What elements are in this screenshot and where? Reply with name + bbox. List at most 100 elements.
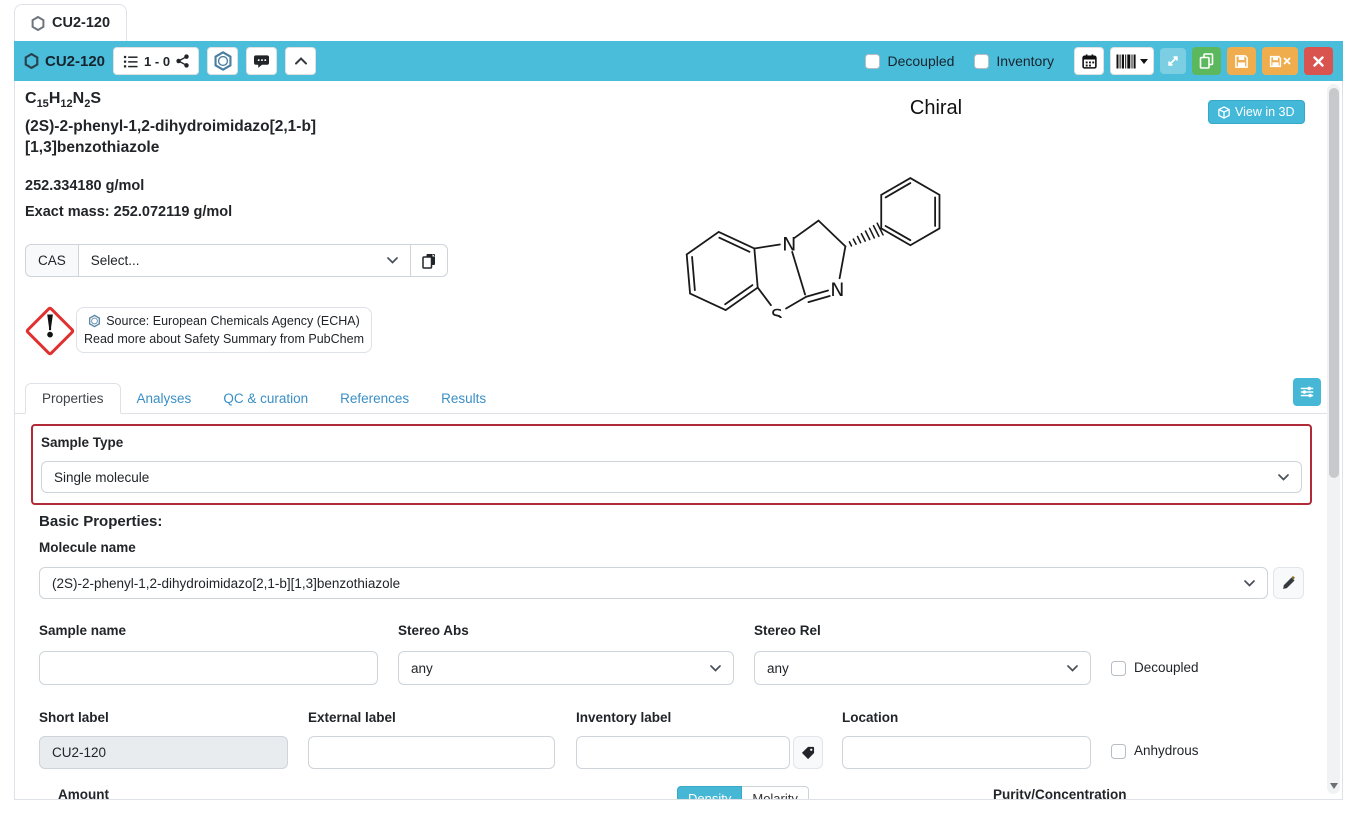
- molecular-formula: C15H12N2S: [25, 90, 101, 110]
- amount-label: Amount: [58, 787, 109, 800]
- cas-addon-label: CAS: [25, 244, 79, 277]
- fullscreen-button[interactable]: [1160, 48, 1186, 74]
- sample-type-section: Sample Type Single molecule: [31, 424, 1312, 505]
- stereo-rel-select[interactable]: any: [754, 651, 1091, 685]
- copy-sample-button[interactable]: [1192, 47, 1221, 75]
- molarity-toggle-button[interactable]: Molarity: [742, 786, 809, 800]
- ghs-warning-pictogram[interactable]: !: [25, 306, 75, 356]
- clipboard-copy-icon: [422, 253, 436, 269]
- tab-layout-settings-button[interactable]: [1293, 378, 1321, 406]
- detail-tabs: Properties Analyses QC & curation Refere…: [15, 381, 1328, 414]
- decoupled-header-group: Decoupled: [865, 53, 954, 69]
- exclamation-mark-icon: !: [25, 309, 75, 345]
- molecule-name-select[interactable]: (2S)-2-phenyl-1,2-dihydroimidazo[2,1-b][…: [39, 567, 1268, 599]
- pencil-icon: [1282, 576, 1296, 590]
- barcode-button[interactable]: [1110, 47, 1154, 75]
- safety-source-text: Source: European Chemicals Agency (ECHA): [106, 312, 360, 330]
- close-button[interactable]: [1304, 47, 1333, 75]
- external-label-input[interactable]: [308, 736, 555, 769]
- decoupled-header-checkbox[interactable]: [865, 54, 880, 69]
- list-icon: [123, 54, 138, 69]
- density-toggle-button[interactable]: Density: [677, 786, 742, 800]
- save-floppy-icon: [1269, 55, 1282, 68]
- tab-title: CU2-120: [52, 15, 110, 31]
- inventory-header-label: Inventory: [996, 53, 1054, 69]
- view-in-3d-button[interactable]: View in 3D: [1208, 100, 1305, 124]
- molecule-iupac-name: (2S)-2-phenyl-1,2-dihydroimidazo[2,1-b][…: [25, 117, 450, 159]
- chevron-down-icon: [1278, 474, 1289, 481]
- expand-arrows-icon: [1166, 54, 1180, 68]
- save-button[interactable]: [1227, 47, 1256, 75]
- sample-name-label: Sample name: [39, 623, 126, 638]
- stereo-rel-label: Stereo Rel: [754, 623, 821, 638]
- basic-properties-heading: Basic Properties:: [39, 513, 162, 530]
- tab-references[interactable]: References: [324, 384, 425, 413]
- sample-hexagon-icon: [31, 16, 45, 31]
- sample-name-input[interactable]: [39, 651, 378, 685]
- cube-icon: [1218, 106, 1230, 119]
- atom-label-s: S: [771, 306, 783, 318]
- tab-properties[interactable]: Properties: [25, 383, 121, 414]
- sample-type-label: Sample Type: [41, 435, 123, 450]
- save-floppy-icon: [1234, 54, 1249, 69]
- tab-cu2-120[interactable]: CU2-120: [14, 4, 127, 41]
- inventory-label-input[interactable]: [576, 736, 790, 769]
- edit-molecule-name-button[interactable]: [1273, 567, 1304, 599]
- molecule-structure[interactable]: N N S: [605, 123, 1005, 318]
- comments-button[interactable]: [246, 47, 277, 75]
- sample-header-bar: CU2-120 1 - 0: [14, 41, 1343, 81]
- analyses-count-badge[interactable]: 1 - 0: [113, 47, 199, 75]
- sample-type-select[interactable]: Single molecule: [41, 461, 1302, 493]
- stereo-abs-label: Stereo Abs: [398, 623, 469, 638]
- molecule-editor-button[interactable]: [207, 47, 238, 75]
- decoupled-checkbox-label: Decoupled: [1134, 660, 1199, 675]
- barcode-icon: [1116, 54, 1136, 69]
- cas-copy-button[interactable]: [411, 244, 448, 277]
- scrollbar-down-arrow[interactable]: [1330, 783, 1338, 789]
- header-actions: Decoupled Inventory: [865, 47, 1333, 75]
- hexagon-source-icon: [88, 314, 101, 328]
- benzene-ring-icon: [213, 51, 233, 71]
- scrollbar-thumb[interactable]: [1329, 88, 1339, 478]
- chevron-down-icon: [710, 665, 721, 672]
- panel-scrollbar[interactable]: [1327, 84, 1340, 794]
- close-x-icon: [1283, 57, 1291, 65]
- safety-pubchem-text: Read more about Safety Summary from PubC…: [84, 330, 364, 348]
- cas-select-value: Select...: [91, 253, 140, 268]
- collapse-panel-button[interactable]: [285, 47, 316, 75]
- dates-button[interactable]: [1074, 47, 1104, 75]
- anhydrous-checkbox-label: Anhydrous: [1134, 743, 1199, 758]
- cas-select[interactable]: Select...: [79, 244, 411, 277]
- purity-concentration-label: Purity/Concentration: [993, 787, 1127, 800]
- sliders-icon: [1299, 384, 1315, 400]
- share-icon: [176, 54, 189, 68]
- inventory-label-label: Inventory label: [576, 710, 671, 725]
- decoupled-checkbox[interactable]: [1111, 661, 1126, 676]
- exact-mass: Exact mass: 252.072119 g/mol: [25, 204, 232, 220]
- close-x-icon: [1313, 56, 1324, 67]
- safety-source-button[interactable]: Source: European Chemicals Agency (ECHA)…: [76, 307, 372, 353]
- location-input[interactable]: [842, 736, 1091, 769]
- anhydrous-checkbox[interactable]: [1111, 744, 1126, 759]
- tab-qc-curation[interactable]: QC & curation: [207, 384, 324, 413]
- inventory-tag-button[interactable]: [793, 736, 823, 769]
- tab-analyses[interactable]: Analyses: [121, 384, 208, 413]
- cas-input-group: CAS Select...: [25, 244, 448, 277]
- atom-label-n-imine: N: [830, 279, 844, 301]
- inventory-header-group: Inventory: [974, 53, 1054, 69]
- stereo-abs-select[interactable]: any: [398, 651, 734, 685]
- tab-results[interactable]: Results: [425, 384, 502, 413]
- save-and-close-button[interactable]: [1262, 47, 1298, 75]
- sample-header-title: CU2-120: [24, 53, 105, 70]
- comment-bubble-icon: [253, 54, 270, 69]
- tag-icon: [801, 746, 815, 760]
- copy-icon: [1199, 53, 1214, 69]
- calendar-icon: [1082, 54, 1097, 69]
- density-molarity-toggle: Density Molarity: [677, 786, 809, 800]
- chevron-down-icon: [1067, 665, 1078, 672]
- molecule-name-label: Molecule name: [39, 540, 136, 555]
- chevron-up-icon: [295, 57, 307, 65]
- inventory-header-checkbox[interactable]: [974, 54, 989, 69]
- sample-detail-panel: C15H12N2S (2S)-2-phenyl-1,2-dihydroimida…: [14, 81, 1343, 800]
- external-label-label: External label: [308, 710, 396, 725]
